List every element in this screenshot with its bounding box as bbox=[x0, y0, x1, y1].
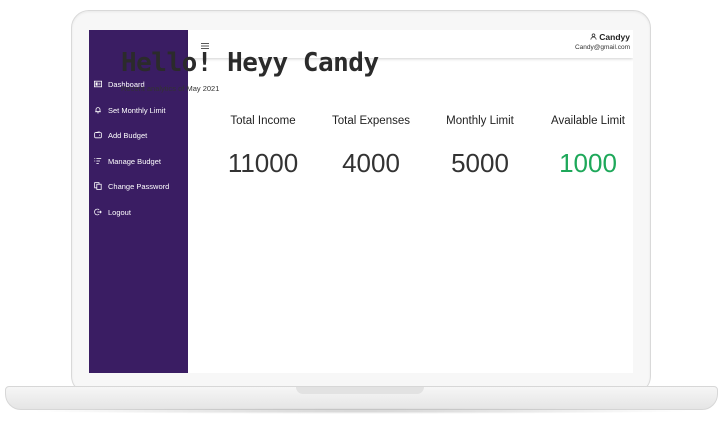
sort-icon bbox=[93, 156, 103, 166]
stat-label-monthly-limit: Monthly Limit bbox=[446, 115, 514, 127]
sidebar: Dashboard Set Monthly Limit Add Budget M… bbox=[89, 30, 188, 373]
user-name: Candyy bbox=[599, 32, 630, 42]
laptop-shadow bbox=[28, 408, 693, 414]
dashboard-icon bbox=[93, 79, 103, 89]
stat-value-total-expenses: 4000 bbox=[342, 148, 400, 178]
stat-value-available-limit: 1000 bbox=[559, 148, 617, 178]
sidebar-item-change-password[interactable]: Change Password bbox=[93, 179, 169, 193]
laptop-notch bbox=[296, 387, 424, 394]
sidebar-item-logout[interactable]: Logout bbox=[93, 205, 131, 219]
sidebar-item-add-budget[interactable]: Add Budget bbox=[93, 128, 147, 142]
app-screen: Dashboard Set Monthly Limit Add Budget M… bbox=[89, 30, 633, 373]
sidebar-item-label: Change Password bbox=[108, 181, 170, 191]
stat-label-total-income: Total Income bbox=[230, 115, 296, 127]
bell-icon bbox=[93, 105, 103, 115]
stat-label-total-expenses: Total Expenses bbox=[332, 115, 410, 127]
user-email: Candy@gmail.com bbox=[574, 44, 630, 51]
stat-value-total-income: 11000 bbox=[227, 148, 299, 178]
logout-icon bbox=[93, 207, 103, 217]
sidebar-item-label: Manage Budget bbox=[108, 156, 161, 166]
user-name-row: Candyy bbox=[575, 32, 630, 42]
sidebar-item-label: Set Monthly Limit bbox=[108, 105, 166, 115]
hamburger-icon[interactable] bbox=[200, 38, 210, 49]
sidebar-item-label: Add Budget bbox=[108, 130, 148, 140]
stat-label-available-limit: Available Limit bbox=[551, 115, 625, 127]
sidebar-item-manage-budget[interactable]: Manage Budget bbox=[93, 154, 161, 168]
wallet-icon bbox=[93, 130, 103, 140]
user-menu[interactable]: Candyy Candy@gmail.com bbox=[575, 32, 630, 51]
page-title: Hello! Heyy Candy bbox=[121, 48, 379, 78]
user-icon bbox=[590, 32, 599, 42]
sidebar-item-label: Logout bbox=[108, 207, 131, 217]
copy-icon bbox=[93, 181, 103, 191]
page-subtitle: Recent analytics of May 2021 bbox=[121, 84, 220, 93]
sidebar-item-set-monthly-limit[interactable]: Set Monthly Limit bbox=[93, 103, 166, 117]
stat-value-monthly-limit: 5000 bbox=[451, 148, 509, 178]
